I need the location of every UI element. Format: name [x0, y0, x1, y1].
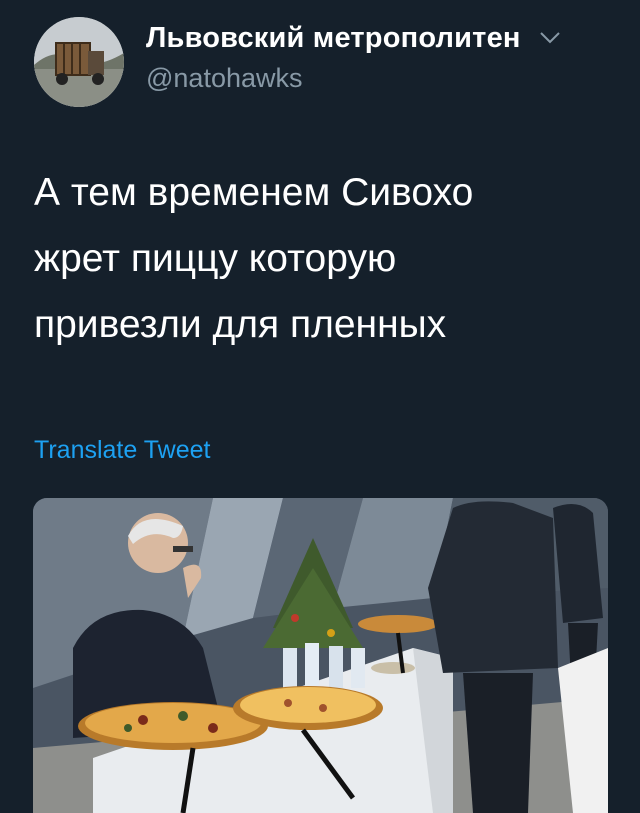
avatar-photo [34, 17, 124, 107]
tweet: Львовский метрополитен @natohawks А тем … [0, 0, 640, 813]
display-name[interactable]: Львовский метрополитен [146, 22, 521, 55]
avatar[interactable] [34, 17, 124, 107]
chevron-down-icon[interactable] [539, 31, 561, 50]
tweet-text-line: А тем временем Сивохо [34, 171, 474, 214]
tweet-text-line: жрет пиццу которую [34, 237, 397, 280]
translate-tweet-link[interactable]: Translate Tweet [34, 436, 210, 465]
tweet-text-line: привезли для пленных [34, 303, 447, 346]
user-handle[interactable]: @natohawks [146, 63, 561, 94]
author-block: Львовский метрополитен @natohawks [146, 22, 561, 94]
tweet-media-photo[interactable] [33, 498, 608, 813]
photo-illustration [33, 498, 608, 813]
tweet-text: А тем временем Сивохо жрет пиццу которую… [34, 160, 614, 358]
